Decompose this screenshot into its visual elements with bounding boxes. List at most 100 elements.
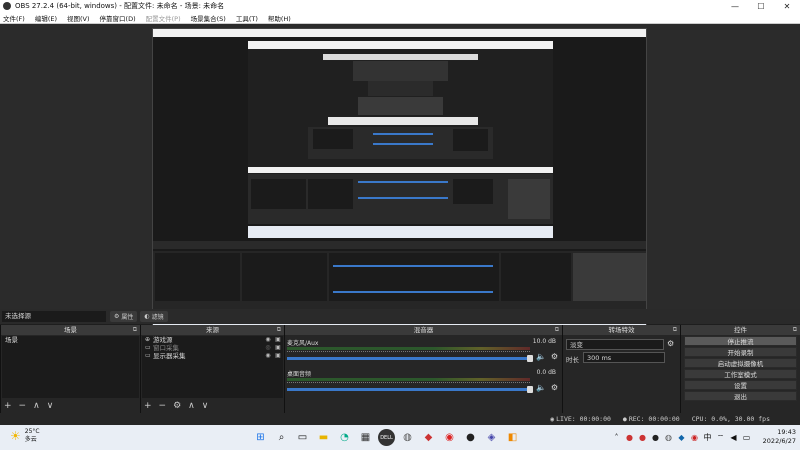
scenes-dock-title: 场景	[64, 326, 77, 334]
transition-select[interactable]: 淡变	[566, 339, 664, 350]
properties-button[interactable]: ⚙ 属性	[110, 311, 138, 322]
weather-widget[interactable]: ☀ 25°C 多云	[10, 428, 40, 444]
search-icon[interactable]: ⌕	[273, 429, 290, 446]
tray-app-icon[interactable]: ◆	[676, 432, 687, 443]
close-button[interactable]: ✕	[774, 2, 800, 11]
ime-icon[interactable]: 中	[702, 432, 713, 443]
move-down-icon[interactable]: ∨	[47, 401, 54, 411]
start-virtual-camera-button[interactable]: 启动虚拟摄像机	[684, 358, 797, 368]
undock-icon[interactable]: ⧉	[793, 325, 797, 335]
source-item[interactable]: ▭ 显示器采集 ◉ ▣	[142, 352, 283, 360]
transition-gear-icon[interactable]: ⚙	[667, 339, 674, 348]
scene-item[interactable]: 场景	[2, 336, 139, 344]
taskbar-clock[interactable]: 19:43 2022/6/27	[763, 428, 796, 446]
game-icon[interactable]: ◈	[483, 429, 500, 446]
minimize-button[interactable]: —	[722, 2, 748, 11]
store-icon[interactable]: ▦	[357, 429, 374, 446]
scene-item-label: 场景	[5, 336, 18, 344]
settings-button[interactable]: 设置	[684, 380, 797, 390]
add-scene-button[interactable]: +	[4, 401, 12, 411]
visibility-eye-icon[interactable]: ◉	[263, 336, 273, 344]
speaker-icon[interactable]: 🔈	[536, 352, 546, 361]
rec-timer: REC: 00:00:00	[628, 415, 680, 423]
chevron-up-icon[interactable]: ˄	[611, 432, 622, 443]
audio-mixer-dock: 混音器 ⧉ 麦克风/Aux 10.0 dB 🔈 ⚙ 桌面音频 0.0 dB 🔈 …	[284, 325, 562, 413]
studio-mode-button[interactable]: 工作室模式	[684, 369, 797, 379]
start-recording-button[interactable]: 开始录制	[684, 347, 797, 357]
wifi-icon[interactable]: ⌔	[715, 432, 726, 443]
volume-meter	[287, 378, 530, 381]
preview-canvas[interactable]	[152, 28, 647, 329]
recursive-preview-image	[153, 29, 646, 328]
stop-streaming-button[interactable]: 停止推流	[684, 336, 797, 346]
menu-docks[interactable]: 停靠窗口(D)	[100, 13, 136, 23]
source-toolbar: 未选择源 ⚙ 属性 ◐ 滤镜	[0, 309, 800, 324]
mixer-dock-title: 混音器	[413, 326, 434, 334]
rec-status: ● REC: 00:00:00	[623, 415, 680, 423]
lock-icon[interactable]: ▣	[273, 352, 283, 360]
maximize-button[interactable]: ☐	[748, 2, 774, 11]
source-item-label: 游戏源	[153, 336, 173, 344]
sources-dock-title: 来源	[206, 326, 219, 334]
volume-slider[interactable]	[287, 386, 533, 393]
dock-area: 场景 ⧉ 场景 + − ∧ ∨ 来源 ⧉ ⊕ 游戏源 ◉ ▣ ▭ 窗口采集 ◎ …	[0, 325, 800, 413]
system-tray: ˄ ● ● ● ◍ ◆ ◉ 中 ⌔ ◀ ▭	[609, 432, 752, 443]
source-settings-gear-icon[interactable]: ⚙	[173, 401, 181, 411]
tray-app-icon[interactable]: ●	[650, 432, 661, 443]
obs-icon[interactable]: ●	[462, 429, 479, 446]
properties-label: 属性	[121, 314, 134, 321]
source-item[interactable]: ▭ 窗口采集 ◎ ▣	[142, 344, 283, 352]
app-icon[interactable]: ◆	[420, 429, 437, 446]
battery-icon[interactable]: ▭	[741, 432, 752, 443]
add-source-button[interactable]: +	[144, 401, 152, 411]
windows-start-icon[interactable]: ⊞	[252, 429, 269, 446]
app-icon[interactable]: ◧	[504, 429, 521, 446]
duration-input[interactable]: 300 ms	[583, 352, 665, 363]
menu-tools[interactable]: 工具(T)	[236, 13, 258, 23]
menu-view[interactable]: 视图(V)	[67, 13, 90, 23]
move-down-icon[interactable]: ∨	[202, 401, 209, 411]
dell-icon[interactable]: DELL	[378, 429, 395, 446]
obs-logo-icon	[3, 2, 11, 10]
tray-app-icon[interactable]: ◍	[663, 432, 674, 443]
undock-icon[interactable]: ⧉	[555, 325, 559, 335]
move-up-icon[interactable]: ∧	[33, 401, 40, 411]
undock-icon[interactable]: ⧉	[673, 325, 677, 335]
source-item[interactable]: ⊕ 游戏源 ◉ ▣	[142, 336, 283, 344]
netease-music-icon[interactable]: ◉	[441, 429, 458, 446]
tray-app-icon[interactable]: ●	[637, 432, 648, 443]
steam-icon[interactable]: ◍	[399, 429, 416, 446]
move-up-icon[interactable]: ∧	[188, 401, 195, 411]
undock-icon[interactable]: ⧉	[277, 325, 281, 335]
slider-knob[interactable]	[527, 386, 533, 393]
menu-help[interactable]: 帮助(H)	[268, 13, 291, 23]
track-gear-icon[interactable]: ⚙	[551, 352, 558, 361]
track-gear-icon[interactable]: ⚙	[551, 383, 558, 392]
volume-slider[interactable]	[287, 355, 533, 362]
remove-scene-button[interactable]: −	[19, 401, 27, 411]
visibility-eye-off-icon[interactable]: ◎	[263, 344, 273, 352]
menu-profile[interactable]: 配置文件(P)	[146, 13, 181, 23]
tray-app-icon[interactable]: ◉	[689, 432, 700, 443]
visibility-eye-icon[interactable]: ◉	[263, 352, 273, 360]
filters-button[interactable]: ◐ 滤镜	[140, 311, 168, 322]
lock-icon[interactable]: ▣	[273, 344, 283, 352]
file-explorer-icon[interactable]: ▬	[315, 429, 332, 446]
tray-app-icon[interactable]: ●	[624, 432, 635, 443]
remove-source-button[interactable]: −	[159, 401, 167, 411]
volume-meter	[287, 347, 530, 350]
lock-icon[interactable]: ▣	[273, 336, 283, 344]
menu-file[interactable]: 文件(F)	[3, 13, 25, 23]
live-status: ◉ LIVE: 00:00:00	[550, 415, 611, 423]
volume-icon[interactable]: ◀	[728, 432, 739, 443]
scenes-dock-header: 场景 ⧉	[1, 325, 140, 335]
speaker-icon[interactable]: 🔈	[536, 383, 546, 392]
menu-scene-collection[interactable]: 场景集合(S)	[191, 13, 226, 23]
undock-icon[interactable]: ⧉	[133, 325, 137, 335]
broadcast-icon: ◉	[550, 415, 555, 423]
slider-knob[interactable]	[527, 355, 533, 362]
edge-icon[interactable]: ◔	[336, 429, 353, 446]
menu-edit[interactable]: 编辑(E)	[35, 13, 57, 23]
exit-button[interactable]: 退出	[684, 391, 797, 401]
task-view-icon[interactable]: ▭	[294, 429, 311, 446]
